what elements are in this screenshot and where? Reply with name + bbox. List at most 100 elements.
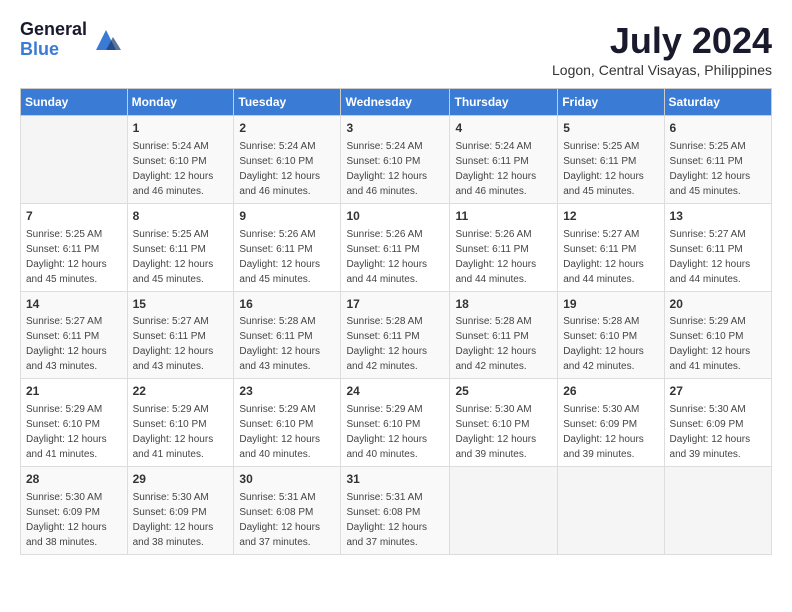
day-info: Sunrise: 5:25 AM Sunset: 6:11 PM Dayligh… — [133, 227, 229, 287]
calendar-cell: 14Sunrise: 5:27 AM Sunset: 6:11 PM Dayli… — [21, 291, 128, 379]
day-info: Sunrise: 5:27 AM Sunset: 6:11 PM Dayligh… — [26, 314, 122, 374]
day-number: 15 — [133, 296, 229, 313]
calendar-week-row: 14Sunrise: 5:27 AM Sunset: 6:11 PM Dayli… — [21, 291, 772, 379]
calendar-cell — [21, 116, 128, 204]
calendar-week-row: 7 Sunrise: 5:25 AM Sunset: 6:11 PM Daylig… — [21, 203, 772, 291]
calendar-cell: 12 Sunrise: 5:27 AM Sunset: 6:11 PM Dayli… — [558, 203, 664, 291]
calendar-cell: 25Sunrise: 5:30 AM Sunset: 6:10 PM Dayli… — [450, 379, 558, 467]
day-info: Sunrise: 5:28 AM Sunset: 6:11 PM Dayligh… — [346, 314, 444, 374]
calendar-cell: 24 Sunrise: 5:29 AM Sunset: 6:10 PM Dayli… — [341, 379, 450, 467]
day-number: 12 — [563, 208, 658, 225]
day-number: 30 — [239, 471, 335, 488]
header-cell-sunday: Sunday — [21, 89, 128, 116]
calendar-cell — [664, 467, 771, 555]
calendar-cell: 13 Sunrise: 5:27 AM Sunset: 6:11 PM Dayli… — [664, 203, 771, 291]
day-number: 10 — [346, 208, 444, 225]
day-number: 2 — [239, 120, 335, 137]
header-cell-friday: Friday — [558, 89, 664, 116]
calendar-cell: 5 Sunrise: 5:25 AM Sunset: 6:11 PM Daylig… — [558, 116, 664, 204]
day-info: Sunrise: 5:27 AM Sunset: 6:11 PM Dayligh… — [133, 314, 229, 374]
calendar-week-row: 28Sunrise: 5:30 AM Sunset: 6:09 PM Dayli… — [21, 467, 772, 555]
day-number: 29 — [133, 471, 229, 488]
day-info: Sunrise: 5:30 AM Sunset: 6:09 PM Dayligh… — [563, 402, 658, 462]
calendar-table: SundayMondayTuesdayWednesdayThursdayFrid… — [20, 88, 772, 555]
day-info: Sunrise: 5:29 AM Sunset: 6:10 PM Dayligh… — [133, 402, 229, 462]
calendar-cell: 20Sunrise: 5:29 AM Sunset: 6:10 PM Dayli… — [664, 291, 771, 379]
day-number: 9 — [239, 208, 335, 225]
logo-general-text: General — [20, 20, 87, 40]
day-info: Sunrise: 5:24 AM Sunset: 6:11 PM Dayligh… — [455, 139, 552, 199]
calendar-cell: 31 Sunrise: 5:31 AM Sunset: 6:08 PM Dayli… — [341, 467, 450, 555]
calendar-body: 1Sunrise: 5:24 AM Sunset: 6:10 PM Daylig… — [21, 116, 772, 555]
day-info: Sunrise: 5:24 AM Sunset: 6:10 PM Dayligh… — [133, 139, 229, 199]
calendar-cell: 18Sunrise: 5:28 AM Sunset: 6:11 PM Dayli… — [450, 291, 558, 379]
day-info: Sunrise: 5:30 AM Sunset: 6:09 PM Dayligh… — [133, 490, 229, 550]
day-number: 16 — [239, 296, 335, 313]
header-cell-tuesday: Tuesday — [234, 89, 341, 116]
day-info: Sunrise: 5:30 AM Sunset: 6:09 PM Dayligh… — [26, 490, 122, 550]
calendar-cell: 30 Sunrise: 5:31 AM Sunset: 6:08 PM Dayli… — [234, 467, 341, 555]
calendar-cell: 28Sunrise: 5:30 AM Sunset: 6:09 PM Dayli… — [21, 467, 128, 555]
day-number: 13 — [670, 208, 766, 225]
day-info: Sunrise: 5:27 AM Sunset: 6:11 PM Dayligh… — [563, 227, 658, 287]
day-number: 7 — [26, 208, 122, 225]
calendar-cell: 19Sunrise: 5:28 AM Sunset: 6:10 PM Dayli… — [558, 291, 664, 379]
day-info: Sunrise: 5:25 AM Sunset: 6:11 PM Dayligh… — [563, 139, 658, 199]
calendar-cell: 6Sunrise: 5:25 AM Sunset: 6:11 PM Daylig… — [664, 116, 771, 204]
day-number: 31 — [346, 471, 444, 488]
day-number: 5 — [563, 120, 658, 137]
day-info: Sunrise: 5:29 AM Sunset: 6:10 PM Dayligh… — [346, 402, 444, 462]
day-info: Sunrise: 5:31 AM Sunset: 6:08 PM Dayligh… — [346, 490, 444, 550]
day-number: 18 — [455, 296, 552, 313]
calendar-header: SundayMondayTuesdayWednesdayThursdayFrid… — [21, 89, 772, 116]
calendar-cell — [558, 467, 664, 555]
day-info: Sunrise: 5:31 AM Sunset: 6:08 PM Dayligh… — [239, 490, 335, 550]
calendar-cell: 4 Sunrise: 5:24 AM Sunset: 6:11 PM Daylig… — [450, 116, 558, 204]
day-number: 3 — [346, 120, 444, 137]
logo: General Blue — [20, 20, 121, 60]
day-info: Sunrise: 5:30 AM Sunset: 6:09 PM Dayligh… — [670, 402, 766, 462]
calendar-cell — [450, 467, 558, 555]
day-number: 23 — [239, 383, 335, 400]
calendar-cell: 7 Sunrise: 5:25 AM Sunset: 6:11 PM Daylig… — [21, 203, 128, 291]
day-number: 26 — [563, 383, 658, 400]
day-number: 6 — [670, 120, 766, 137]
day-number: 11 — [455, 208, 552, 225]
header-cell-saturday: Saturday — [664, 89, 771, 116]
page-header: General Blue July 2024 Logon, Central Vi… — [20, 20, 772, 78]
calendar-cell: 10 Sunrise: 5:26 AM Sunset: 6:11 PM Dayli… — [341, 203, 450, 291]
calendar-week-row: 21 Sunrise: 5:29 AM Sunset: 6:10 PM Dayli… — [21, 379, 772, 467]
header-row: SundayMondayTuesdayWednesdayThursdayFrid… — [21, 89, 772, 116]
day-number: 21 — [26, 383, 122, 400]
day-number: 24 — [346, 383, 444, 400]
header-cell-wednesday: Wednesday — [341, 89, 450, 116]
day-number: 20 — [670, 296, 766, 313]
calendar-cell: 9Sunrise: 5:26 AM Sunset: 6:11 PM Daylig… — [234, 203, 341, 291]
day-number: 14 — [26, 296, 122, 313]
day-info: Sunrise: 5:29 AM Sunset: 6:10 PM Dayligh… — [26, 402, 122, 462]
day-info: Sunrise: 5:27 AM Sunset: 6:11 PM Dayligh… — [670, 227, 766, 287]
day-info: Sunrise: 5:30 AM Sunset: 6:10 PM Dayligh… — [455, 402, 552, 462]
logo-blue-text: Blue — [20, 40, 87, 60]
day-info: Sunrise: 5:28 AM Sunset: 6:11 PM Dayligh… — [455, 314, 552, 374]
calendar-cell: 1Sunrise: 5:24 AM Sunset: 6:10 PM Daylig… — [127, 116, 234, 204]
day-info: Sunrise: 5:24 AM Sunset: 6:10 PM Dayligh… — [346, 139, 444, 199]
title-block: July 2024 Logon, Central Visayas, Philip… — [552, 20, 772, 78]
day-info: Sunrise: 5:26 AM Sunset: 6:11 PM Dayligh… — [455, 227, 552, 287]
day-info: Sunrise: 5:28 AM Sunset: 6:10 PM Dayligh… — [563, 314, 658, 374]
calendar-cell: 26 Sunrise: 5:30 AM Sunset: 6:09 PM Dayli… — [558, 379, 664, 467]
calendar-cell: 8 Sunrise: 5:25 AM Sunset: 6:11 PM Daylig… — [127, 203, 234, 291]
day-info: Sunrise: 5:29 AM Sunset: 6:10 PM Dayligh… — [239, 402, 335, 462]
day-info: Sunrise: 5:25 AM Sunset: 6:11 PM Dayligh… — [26, 227, 122, 287]
day-info: Sunrise: 5:24 AM Sunset: 6:10 PM Dayligh… — [239, 139, 335, 199]
day-info: Sunrise: 5:26 AM Sunset: 6:11 PM Dayligh… — [346, 227, 444, 287]
calendar-week-row: 1Sunrise: 5:24 AM Sunset: 6:10 PM Daylig… — [21, 116, 772, 204]
day-number: 4 — [455, 120, 552, 137]
header-cell-monday: Monday — [127, 89, 234, 116]
calendar-cell: 23 Sunrise: 5:29 AM Sunset: 6:10 PM Dayli… — [234, 379, 341, 467]
day-number: 8 — [133, 208, 229, 225]
calendar-cell: 17Sunrise: 5:28 AM Sunset: 6:11 PM Dayli… — [341, 291, 450, 379]
day-info: Sunrise: 5:28 AM Sunset: 6:11 PM Dayligh… — [239, 314, 335, 374]
calendar-cell: 27Sunrise: 5:30 AM Sunset: 6:09 PM Dayli… — [664, 379, 771, 467]
header-cell-thursday: Thursday — [450, 89, 558, 116]
